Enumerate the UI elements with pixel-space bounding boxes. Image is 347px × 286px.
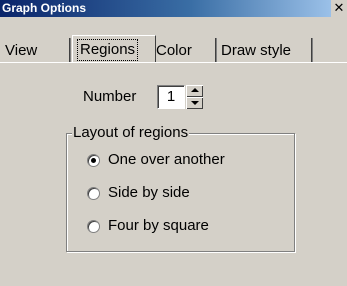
arrow-down-icon bbox=[191, 101, 199, 105]
tab-draw-style-label: Draw style bbox=[221, 42, 292, 59]
spin-up-button[interactable] bbox=[186, 85, 203, 97]
number-label: Number bbox=[83, 88, 137, 105]
close-icon[interactable]: ✕ bbox=[331, 0, 347, 17]
number-spinner bbox=[186, 85, 203, 109]
tab-view[interactable]: View bbox=[1, 38, 70, 63]
radio-circle-icon bbox=[87, 187, 100, 200]
radio-label: Side by side bbox=[108, 184, 190, 201]
spin-down-button[interactable] bbox=[186, 97, 203, 109]
tab-color[interactable]: Color bbox=[152, 38, 216, 63]
tab-color-label: Color bbox=[156, 42, 192, 59]
radio-label: One over another bbox=[108, 151, 225, 168]
tab-regions[interactable]: Regions bbox=[72, 35, 156, 63]
layout-groupbox-title: Layout of regions bbox=[72, 124, 190, 142]
radio-circle-icon bbox=[87, 220, 100, 233]
radio-label: Four by square bbox=[108, 217, 209, 234]
tab-strip-edge bbox=[0, 62, 347, 63]
arrow-up-icon bbox=[191, 88, 199, 92]
number-field[interactable]: 1 bbox=[157, 85, 185, 109]
window-title: Graph Options bbox=[2, 1, 86, 15]
title-bar: Graph Options ✕ bbox=[0, 0, 347, 17]
tab-regions-label: Regions bbox=[77, 39, 139, 61]
tab-view-label: View bbox=[5, 42, 38, 59]
radio-selected-dot-icon bbox=[91, 158, 96, 163]
tab-draw-style[interactable]: Draw style bbox=[217, 38, 312, 63]
